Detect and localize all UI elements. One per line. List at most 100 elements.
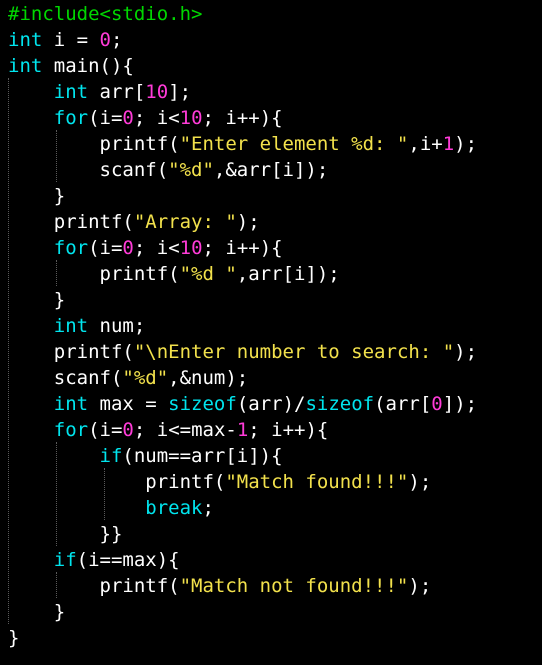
code-line[interactable]: printf("%d ",arr[i]);: [8, 261, 538, 287]
code-editor[interactable]: #include<stdio.h> int i = 0; int main(){ i…: [0, 0, 542, 665]
code-token: }: [8, 627, 20, 649]
code-line[interactable]: if(num==arr[i]){: [8, 443, 538, 469]
code-line[interactable]: scanf("%d",&arr[i]);: [8, 157, 538, 183]
number-token: 1: [442, 133, 455, 155]
code-token: );: [236, 211, 260, 233]
code-token: (i=: [88, 107, 123, 129]
code-token: printf(: [8, 133, 180, 155]
number-token: 0: [122, 237, 134, 259]
keyword-token: for: [53, 107, 89, 129]
code-token: (i=: [88, 419, 123, 441]
code-token: );: [454, 133, 478, 155]
code-token: ,arr[i]);: [236, 263, 340, 285]
code-token: );: [408, 471, 432, 493]
code-token: ; i++){: [202, 237, 283, 259]
string-token: "\nEnter number to search: ": [133, 341, 455, 363]
code-token: }: [8, 289, 66, 311]
code-token: ;: [202, 497, 214, 519]
code-token: main(){: [42, 55, 134, 77]
code-line[interactable]: printf("Array: ");: [8, 209, 538, 235]
code-token: ; i<: [133, 237, 180, 259]
code-token: ; i++){: [202, 107, 283, 129]
code-line[interactable]: int max = sizeof(arr)/sizeof(arr[0]);: [8, 391, 538, 417]
code-token: printf(: [8, 575, 180, 597]
code-token: (i=: [88, 237, 123, 259]
code-token: max =: [88, 393, 169, 415]
string-token: "Match found!!!": [225, 471, 409, 493]
preprocessor-token: #include<stdio.h>: [8, 3, 203, 25]
number-token: 10: [179, 107, 203, 129]
code-token: printf(: [8, 341, 134, 363]
string-token: "Array: ": [133, 211, 237, 233]
code-token: }}: [8, 523, 123, 545]
code-token: (i==max){: [76, 549, 180, 571]
code-token: arr[: [88, 81, 146, 103]
code-line[interactable]: scanf("%d",&num);: [8, 365, 538, 391]
code-line[interactable]: printf("Enter element %d: ",i+1);: [8, 131, 538, 157]
code-line[interactable]: }: [8, 287, 538, 313]
code-line[interactable]: for(i=0; i<=max-1; i++){: [8, 417, 538, 443]
code-token: printf(: [8, 211, 134, 233]
code-line[interactable]: }: [8, 625, 538, 651]
keyword-token: for: [53, 419, 89, 441]
keyword-token: if: [53, 549, 77, 571]
code-token: scanf(: [8, 367, 123, 389]
code-line[interactable]: }: [8, 599, 538, 625]
code-line[interactable]: int num;: [8, 313, 538, 339]
code-line[interactable]: for(i=0; i<10; i++){: [8, 235, 538, 261]
number-token: 0: [122, 107, 134, 129]
code-token: i =: [42, 29, 100, 51]
number-token: 0: [431, 393, 443, 415]
number-token: 1: [236, 419, 249, 441]
code-line[interactable]: int i = 0;: [8, 27, 538, 53]
keyword-token: if: [99, 445, 123, 467]
code-token: ; i<: [133, 107, 180, 129]
code-line[interactable]: for(i=0; i<10; i++){: [8, 105, 538, 131]
source-code[interactable]: #include<stdio.h> int i = 0; int main(){ i…: [8, 1, 538, 651]
code-token: num;: [88, 315, 146, 337]
code-line[interactable]: #include<stdio.h>: [8, 1, 538, 27]
code-token: ; i<=max-: [133, 419, 237, 441]
code-token: ]);: [442, 393, 478, 415]
number-token: 0: [99, 29, 111, 51]
string-token: "%d": [122, 367, 169, 389]
code-token: ,&arr[i]);: [213, 159, 329, 181]
code-token: );: [454, 341, 478, 363]
code-token: ,i+: [408, 133, 443, 155]
code-line[interactable]: printf("Match not found!!!");: [8, 573, 538, 599]
code-line[interactable]: }}: [8, 521, 538, 547]
code-token: ;: [110, 29, 123, 51]
string-token: "Enter element %d: ": [179, 133, 409, 155]
code-token: ; i++){: [248, 419, 329, 441]
keyword-token: sizeof: [305, 393, 375, 415]
string-token: "Match not found!!!": [179, 575, 409, 597]
code-line[interactable]: printf("Match found!!!");: [8, 469, 538, 495]
keyword-token: int: [8, 29, 43, 51]
keyword-token: int: [53, 81, 89, 103]
number-token: 0: [122, 419, 134, 441]
code-token: ,&num);: [168, 367, 249, 389]
number-token: 10: [145, 81, 169, 103]
code-token: ];: [168, 81, 192, 103]
string-token: "%d": [168, 159, 214, 181]
code-token: (arr[: [374, 393, 432, 415]
code-line[interactable]: printf("\nEnter number to search: ");: [8, 339, 538, 365]
code-line[interactable]: int arr[10];: [8, 79, 538, 105]
keyword-token: int: [8, 55, 43, 77]
code-token: printf(: [8, 471, 226, 493]
keyword-token: int: [53, 393, 89, 415]
code-line[interactable]: break;: [8, 495, 538, 521]
code-token: );: [408, 575, 432, 597]
code-token: scanf(: [8, 159, 169, 181]
code-line[interactable]: int main(){: [8, 53, 538, 79]
code-line[interactable]: if(i==max){: [8, 547, 538, 573]
code-line[interactable]: }: [8, 183, 538, 209]
